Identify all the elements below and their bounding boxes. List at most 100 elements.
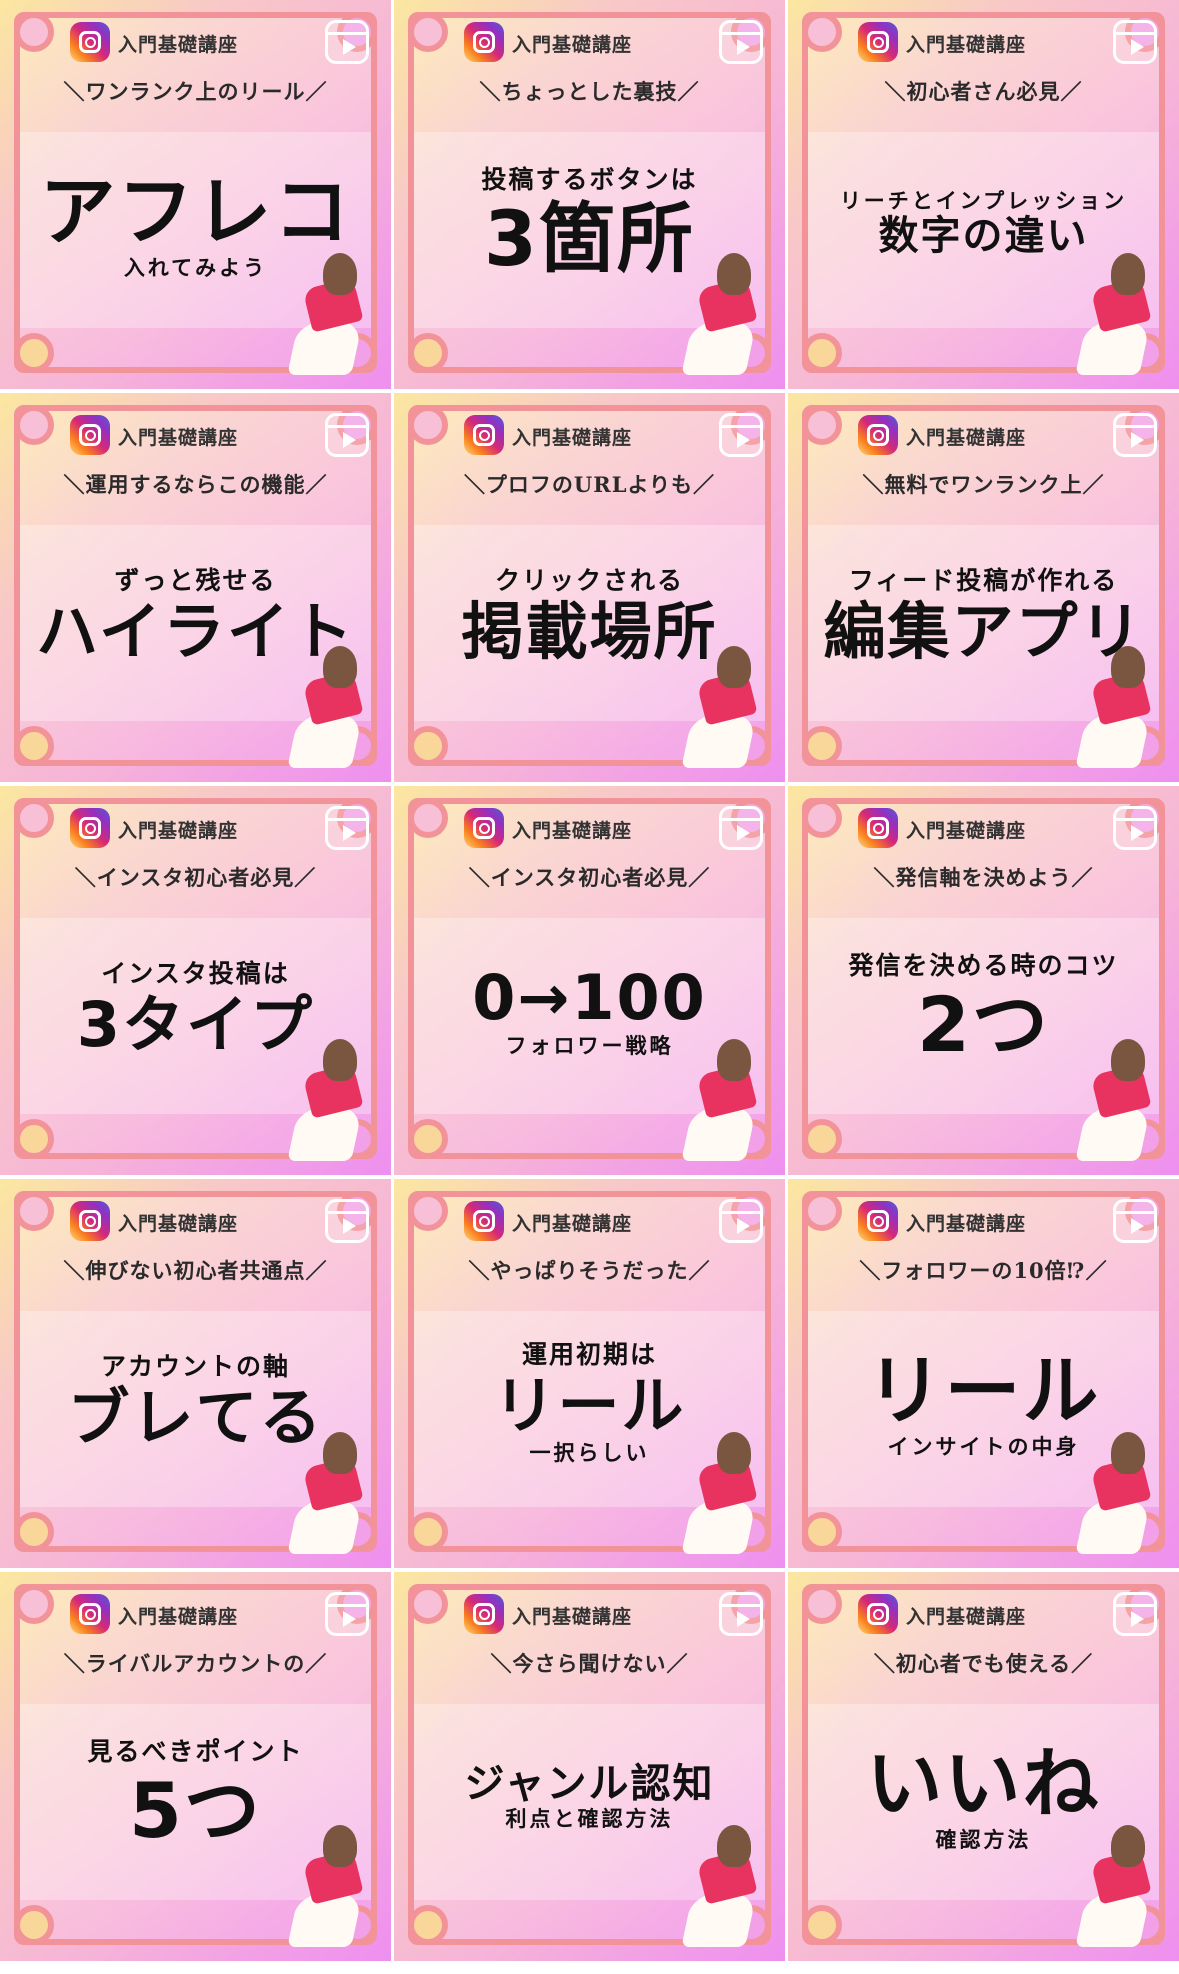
thumbnail-headline: 利点と確認方法 xyxy=(505,1805,674,1831)
thumbnail-headline: アカウントの軸 xyxy=(100,1351,290,1381)
presenter-figure xyxy=(1075,1432,1159,1554)
thumbnail-headline: 数字の違い xyxy=(878,213,1089,260)
course-label: 入門基礎講座 xyxy=(512,1606,633,1628)
course-label: 入門基礎講座 xyxy=(118,1213,239,1235)
presenter-figure xyxy=(1075,1039,1159,1161)
thumbnail-headline: 3タイプ xyxy=(76,987,315,1061)
reels-thumbnail-grid: 入門基礎講座 ＼ワンランク上のリール／ アフレコ 入れてみよう 入門基礎講座 ＼ち… xyxy=(0,0,1179,1974)
reel-thumbnail[interactable]: 入門基礎講座 ＼インスタ初心者必見／ 0→100 フォロワー戦略 xyxy=(394,786,785,1175)
reel-thumbnail[interactable]: 入門基礎講座 ＼ワンランク上のリール／ アフレコ 入れてみよう xyxy=(0,0,391,389)
thumbnail-tagline: ＼やっぱりそうだった／ xyxy=(468,1258,711,1283)
thumbnail-headline: 投稿するボタンは xyxy=(481,164,698,194)
reels-icon xyxy=(325,1592,369,1636)
presenter-figure xyxy=(681,646,765,768)
thumbnail-headline: 入れてみよう xyxy=(123,254,268,280)
course-label: 入門基礎講座 xyxy=(512,820,633,842)
thumbnail-headline: アフレコ xyxy=(39,167,352,257)
reels-icon xyxy=(1113,1199,1157,1243)
reels-icon xyxy=(719,806,763,850)
reel-thumbnail[interactable]: 入門基礎講座 ＼フォロワーの10倍⁉︎／ リール インサイトの中身 xyxy=(788,1179,1179,1568)
presenter-figure xyxy=(287,646,371,768)
thumbnail-headline: 5つ xyxy=(129,1765,262,1855)
thumbnail-headline: リーチとインプレッション xyxy=(839,187,1128,213)
course-label: 入門基礎講座 xyxy=(118,34,239,56)
instagram-icon xyxy=(464,22,504,62)
instagram-icon xyxy=(858,22,898,62)
course-label: 入門基礎講座 xyxy=(906,427,1027,449)
presenter-figure xyxy=(287,1825,371,1947)
thumbnail-tagline: ＼フォロワーの10倍⁉︎／ xyxy=(859,1258,1108,1283)
thumbnail-headline: リール xyxy=(866,1346,1101,1436)
instagram-icon xyxy=(70,1594,110,1634)
reels-icon xyxy=(325,20,369,64)
reels-icon xyxy=(1113,20,1157,64)
thumbnail-tagline: ＼初心者でも使える／ xyxy=(873,1651,1094,1676)
reel-thumbnail[interactable]: 入門基礎講座 ＼発信軸を決めよう／ 発信を決める時のコツ 2つ xyxy=(788,786,1179,1175)
reel-thumbnail[interactable]: 入門基礎講座 ＼インスタ初心者必見／ インスタ投稿は 3タイプ xyxy=(0,786,391,1175)
course-label: 入門基礎講座 xyxy=(906,34,1027,56)
presenter-figure xyxy=(287,1039,371,1161)
reels-icon xyxy=(719,413,763,457)
presenter-figure xyxy=(287,1432,371,1554)
instagram-icon xyxy=(70,22,110,62)
course-label: 入門基礎講座 xyxy=(906,1213,1027,1235)
instagram-icon xyxy=(464,1594,504,1634)
instagram-icon xyxy=(70,808,110,848)
presenter-figure xyxy=(1075,1825,1159,1947)
thumbnail-headline: いいね xyxy=(866,1739,1101,1829)
reel-thumbnail[interactable]: 入門基礎講座 ＼伸びない初心者共通点／ アカウントの軸 ブレてる xyxy=(0,1179,391,1568)
instagram-icon xyxy=(464,415,504,455)
reel-thumbnail[interactable]: 入門基礎講座 ＼今さら聞けない／ ジャンル認知 利点と確認方法 xyxy=(394,1572,785,1961)
reel-thumbnail[interactable]: 入門基礎講座 ＼運用するならこの機能／ ずっと残せる ハイライト xyxy=(0,393,391,782)
thumbnail-headline: 掲載場所 xyxy=(461,594,718,668)
course-label: 入門基礎講座 xyxy=(118,427,239,449)
thumbnail-headline: 確認方法 xyxy=(935,1826,1032,1852)
thumbnail-headline: 発信を決める時のコツ xyxy=(848,950,1119,980)
presenter-figure xyxy=(681,1825,765,1947)
thumbnail-tagline: ＼ちょっとした裏技／ xyxy=(479,79,700,104)
reels-icon xyxy=(1113,413,1157,457)
course-label: 入門基礎講座 xyxy=(512,427,633,449)
thumbnail-headline: 0→100 xyxy=(472,961,707,1035)
course-label: 入門基礎講座 xyxy=(906,1606,1027,1628)
reel-thumbnail[interactable]: 入門基礎講座 ＼初心者さん必見／ リーチとインプレッション 数字の違い xyxy=(788,0,1179,389)
thumbnail-headline: 2つ xyxy=(917,979,1050,1069)
reel-thumbnail[interactable]: 入門基礎講座 ＼やっぱりそうだった／ 運用初期は リール 一択らしい xyxy=(394,1179,785,1568)
course-label: 入門基礎講座 xyxy=(512,1213,633,1235)
reels-icon xyxy=(719,1199,763,1243)
reel-thumbnail[interactable]: 入門基礎講座 ＼ちょっとした裏技／ 投稿するボタンは 3箇所 xyxy=(394,0,785,389)
thumbnail-tagline: ＼運用するならこの機能／ xyxy=(63,472,328,497)
instagram-icon xyxy=(464,808,504,848)
thumbnail-headline: 見るべきポイント xyxy=(87,1736,304,1766)
thumbnail-tagline: ＼伸びない初心者共通点／ xyxy=(63,1258,328,1283)
presenter-figure xyxy=(1075,253,1159,375)
presenter-figure xyxy=(287,253,371,375)
thumbnail-headline: フィード投稿が作れる xyxy=(848,565,1119,595)
reel-thumbnail[interactable]: 入門基礎講座 ＼無料でワンランク上／ フィード投稿が作れる 編集アプリ xyxy=(788,393,1179,782)
thumbnail-tagline: ＼ライバルアカウントの／ xyxy=(63,1651,328,1676)
thumbnail-headline: フォロワー戦略 xyxy=(505,1032,674,1058)
thumbnail-tagline: ＼初心者さん必見／ xyxy=(884,79,1083,104)
course-label: 入門基礎講座 xyxy=(906,820,1027,842)
course-label: 入門基礎講座 xyxy=(118,820,239,842)
thumbnail-headline: リール xyxy=(493,1368,686,1442)
thumbnail-headline: 一択らしい xyxy=(529,1439,650,1465)
thumbnail-headline: クリックされる xyxy=(494,565,684,595)
thumbnail-tagline: ＼プロフのURLよりも／ xyxy=(463,472,716,497)
reel-thumbnail[interactable]: 入門基礎講座 ＼プロフのURLよりも／ クリックされる 掲載場所 xyxy=(394,393,785,782)
thumbnail-tagline: ＼今さら聞けない／ xyxy=(490,1651,689,1676)
thumbnail-tagline: ＼ワンランク上のリール／ xyxy=(63,79,328,104)
presenter-figure xyxy=(681,1432,765,1554)
reels-icon xyxy=(325,806,369,850)
reel-thumbnail[interactable]: 入門基礎講座 ＼ライバルアカウントの／ 見るべきポイント 5つ xyxy=(0,1572,391,1961)
instagram-icon xyxy=(858,415,898,455)
instagram-icon xyxy=(858,808,898,848)
thumbnail-headline: 運用初期は xyxy=(521,1339,657,1369)
presenter-figure xyxy=(681,253,765,375)
reels-icon xyxy=(1113,1592,1157,1636)
reels-icon xyxy=(325,413,369,457)
instagram-icon xyxy=(858,1594,898,1634)
reel-thumbnail[interactable]: 入門基礎講座 ＼初心者でも使える／ いいね 確認方法 xyxy=(788,1572,1179,1961)
course-label: 入門基礎講座 xyxy=(512,34,633,56)
thumbnail-headline: ブレてる xyxy=(67,1380,324,1454)
